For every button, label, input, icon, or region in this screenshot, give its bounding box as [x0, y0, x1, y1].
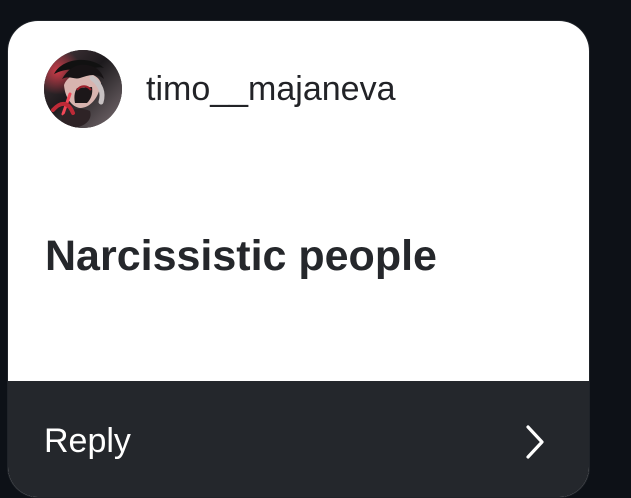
reply-button[interactable]: Reply [8, 381, 589, 497]
reply-label: Reply [44, 422, 131, 460]
story-reply-card: timo__majaneva Narcissistic people Reply [8, 21, 589, 497]
card-header: timo__majaneva [8, 21, 589, 161]
story-reply-message: Narcissistic people [45, 232, 437, 280]
chevron-right-icon [526, 425, 544, 459]
avatar[interactable] [44, 50, 122, 128]
username[interactable]: timo__majaneva [146, 69, 395, 109]
